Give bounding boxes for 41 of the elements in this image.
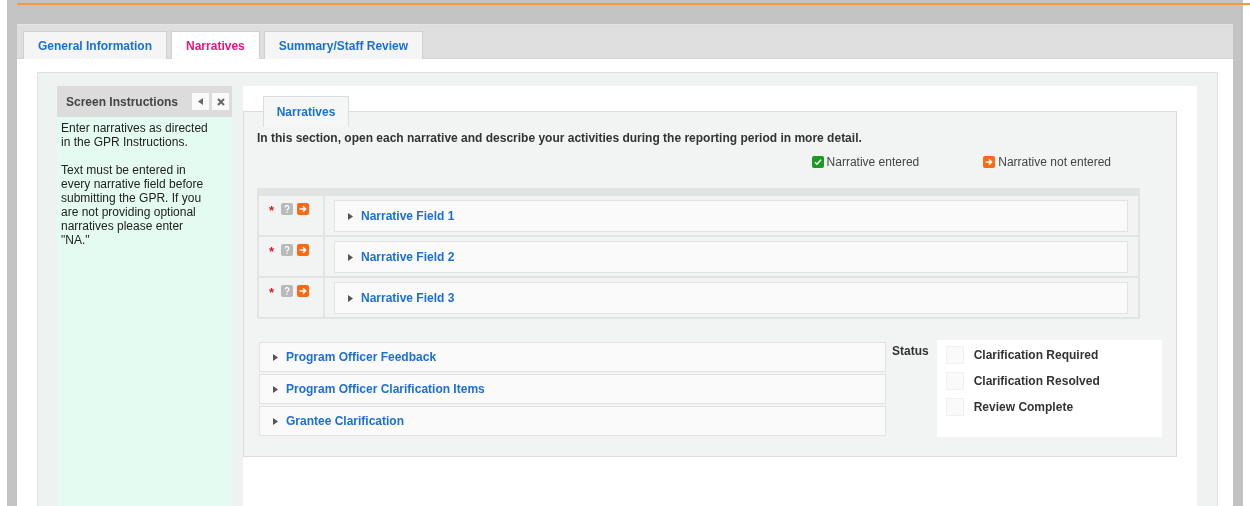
legend-label: Narrative entered xyxy=(826,155,920,169)
help-icon[interactable] xyxy=(281,244,293,256)
caret-icon xyxy=(348,253,353,261)
arrow-icon xyxy=(297,244,309,256)
section-tab[interactable]: Narratives xyxy=(263,96,349,127)
instruction-text: Enter narratives as directed in the GPR Instructions. xyxy=(61,121,209,149)
arrow-icon xyxy=(297,203,309,215)
collapse-button[interactable] xyxy=(192,93,209,110)
check-icon xyxy=(811,156,824,168)
status-option: Clarification Resolved xyxy=(973,374,1100,388)
panel-title: Screen Instructions xyxy=(66,94,180,109)
required-marker: * xyxy=(269,285,276,300)
narrative-accordion[interactable]: Narrative Field 3 xyxy=(334,282,1128,314)
help-icon[interactable] xyxy=(281,285,293,297)
caret-icon xyxy=(273,353,278,361)
arrow-icon xyxy=(983,156,996,168)
narrative-accordion[interactable]: Narrative Field 2 xyxy=(334,241,1128,273)
required-marker: * xyxy=(269,203,276,218)
accordion-header[interactable]: Program Officer Clarification Items xyxy=(259,374,886,404)
caret-icon xyxy=(348,294,353,302)
required-marker: * xyxy=(269,244,276,259)
caret-icon xyxy=(348,212,353,220)
close-icon xyxy=(216,97,225,106)
close-button[interactable] xyxy=(212,93,229,110)
accordion-header[interactable]: Grantee Clarification xyxy=(259,406,886,436)
intro-text: In this section, open each narrative and describe your activities during the reporting period in more detail. xyxy=(257,131,863,145)
status-label: Status xyxy=(892,343,929,360)
caret-icon xyxy=(273,417,278,425)
tab[interactable]: Narratives xyxy=(171,31,260,59)
arrow-icon xyxy=(297,285,309,297)
tab[interactable]: Summary/Staff Review xyxy=(263,31,424,59)
narrative-accordion[interactable]: Narrative Field 1 xyxy=(334,200,1128,232)
accordion-header[interactable]: Program Officer Feedback xyxy=(259,342,886,372)
caret-icon xyxy=(273,385,278,393)
status-option: Review Complete xyxy=(973,400,1074,414)
tab[interactable]: General Information xyxy=(23,31,168,59)
instruction-text: Text must be entered in every narrative field before submitting the GPR. If you are not providing optional narratives please enter "NA." xyxy=(61,163,205,247)
help-icon[interactable] xyxy=(281,203,293,215)
caret-icon xyxy=(198,98,203,105)
status-option: Clarification Required xyxy=(973,348,1099,362)
legend-label: Narrative not entered xyxy=(998,155,1111,169)
